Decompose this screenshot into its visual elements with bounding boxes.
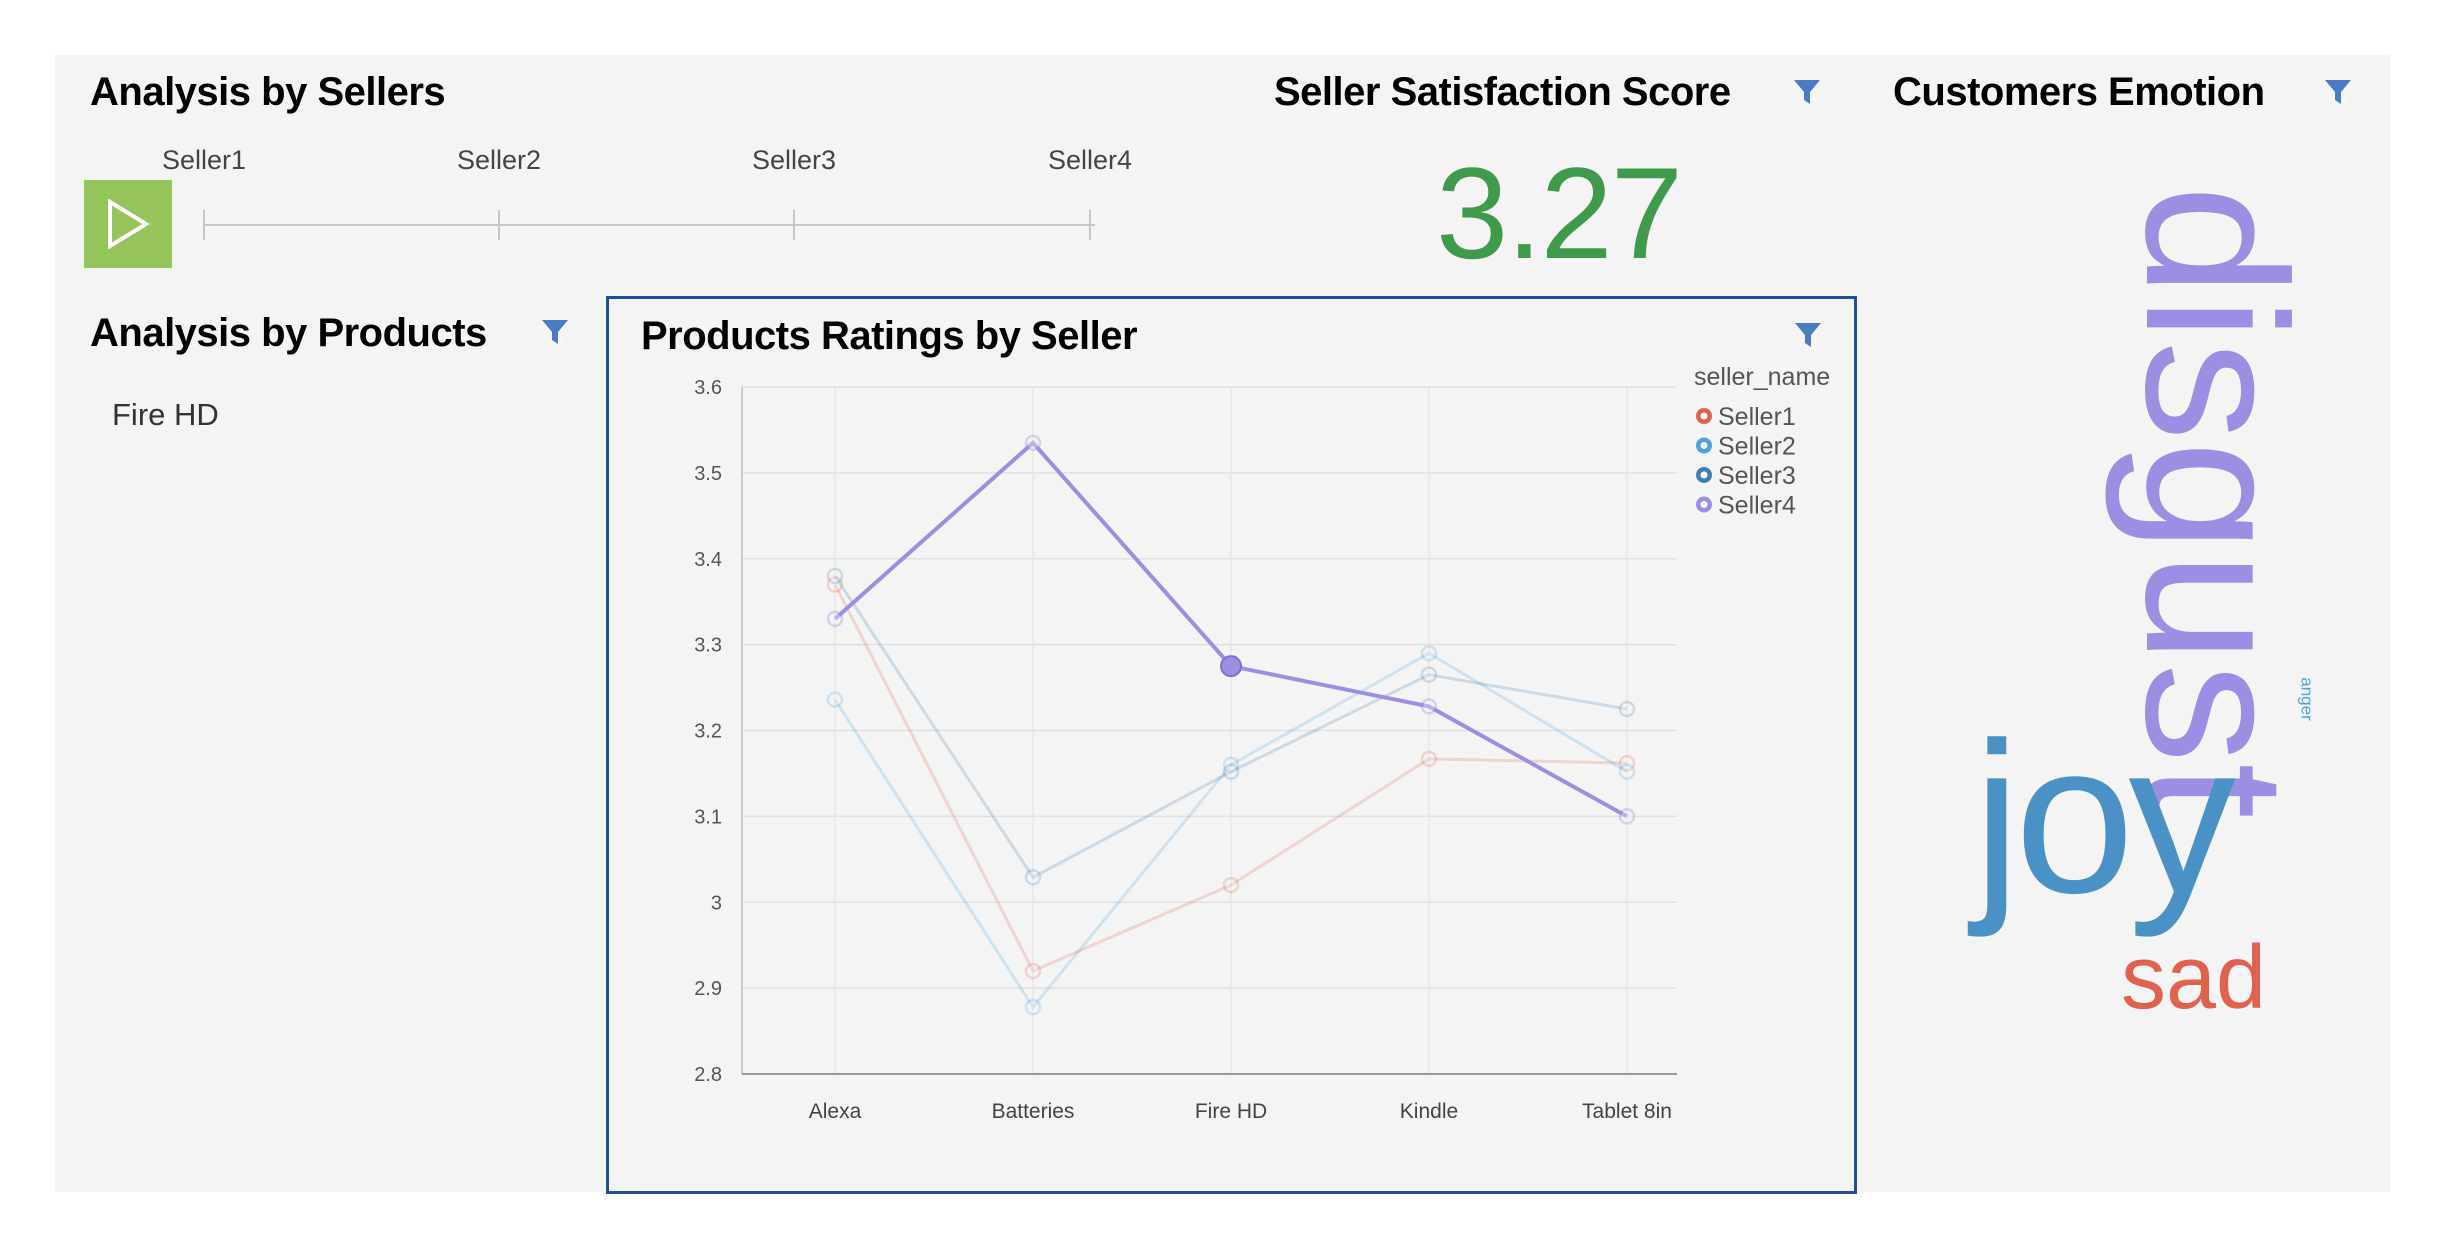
seller-timeline-slider[interactable] <box>195 205 1115 245</box>
play-button[interactable] <box>84 180 172 268</box>
x-tick-label: Fire HD <box>1195 1100 1267 1123</box>
legend-marker-center <box>1700 471 1708 479</box>
y-tick-label: 2.9 <box>694 978 722 1000</box>
data-point <box>1024 869 1042 886</box>
legend-label-seller3: Seller3 <box>1718 462 1796 490</box>
data-point <box>1420 698 1438 715</box>
x-tick-label: Alexa <box>809 1100 862 1123</box>
word-sad[interactable]: sad <box>2121 933 2266 1023</box>
data-point <box>1222 763 1240 780</box>
legend-marker-center <box>1700 501 1708 508</box>
data-point <box>826 691 844 708</box>
svg-text:s: s <box>2343 95 2348 106</box>
emotion-filter-icon[interactable]: s <box>2323 77 2353 107</box>
y-tick-label: 2.8 <box>694 1064 722 1086</box>
satisfaction-score-value: 3.27 <box>1436 140 1683 286</box>
y-tick-label: 3.5 <box>694 463 722 485</box>
legend-label-seller4: Seller4 <box>1718 492 1796 520</box>
products-filter-icon[interactable]: s <box>540 317 570 347</box>
legend-label-seller1: Seller1 <box>1718 403 1796 431</box>
data-point <box>1024 962 1042 980</box>
seller-tick-label-3[interactable]: Seller3 <box>752 145 836 176</box>
products-panel-title: Analysis by Products <box>90 311 487 355</box>
x-tick-label: Kindle <box>1400 1100 1458 1123</box>
data-point <box>1222 876 1240 894</box>
product-list-item[interactable]: Fire HD <box>112 397 219 433</box>
data-point <box>1024 998 1042 1016</box>
y-tick-label: 3.4 <box>694 549 722 571</box>
y-tick-label: 3 <box>711 892 722 914</box>
y-tick-label: 3.6 <box>694 377 722 399</box>
data-point <box>1024 434 1042 452</box>
legend-marker-center <box>1700 412 1708 420</box>
sellers-panel-title: Analysis by Sellers <box>90 70 446 114</box>
word-joy[interactable]: joy <box>1973 710 2236 925</box>
data-point <box>1618 763 1636 780</box>
data-point <box>826 610 844 628</box>
svg-text:s: s <box>560 335 565 346</box>
data-point-highlighted <box>1220 655 1242 678</box>
score-filter-icon[interactable]: s <box>1792 77 1822 107</box>
seller-tick-label-1[interactable]: Seller1 <box>162 145 246 176</box>
ratings-chart-panel: Products Ratings by Seller s 2.8 2.9 3 3.1 3… <box>606 296 1857 1194</box>
seller-tick-label-2[interactable]: Seller2 <box>457 145 541 176</box>
play-icon <box>108 199 150 249</box>
legend-title: seller_name <box>1694 363 1830 391</box>
x-tick-label: Tablet 8in <box>1582 1100 1672 1123</box>
data-point <box>826 567 844 585</box>
data-point <box>1618 808 1636 825</box>
data-point <box>1420 644 1438 662</box>
svg-text:s: s <box>1812 95 1817 106</box>
legend-marker-center <box>1700 442 1708 449</box>
legend-label-seller2: Seller2 <box>1718 433 1796 461</box>
seller-tick-label-4[interactable]: Seller4 <box>1048 145 1132 176</box>
y-tick-label: 3.2 <box>694 721 722 743</box>
dashboard: Analysis by Sellers Seller1 Seller2 Sell… <box>55 55 2390 1194</box>
data-point <box>1618 700 1636 718</box>
data-point <box>1420 666 1438 683</box>
data-point <box>1420 750 1438 768</box>
score-panel-title: Seller Satisfaction Score <box>1274 70 1731 114</box>
y-tick-label: 3.1 <box>694 806 722 828</box>
emotion-panel-title: Customers Emotion <box>1893 70 2265 114</box>
ratings-line-chart: 2.8 2.9 3 3.1 3.2 3.3 3.4 3.5 3.6 Alexa Batteries F… <box>694 363 1830 1123</box>
x-tick-label: Batteries <box>992 1100 1075 1123</box>
y-tick-label: 3.3 <box>694 635 722 657</box>
word-anger[interactable]: anger <box>2298 677 2317 720</box>
